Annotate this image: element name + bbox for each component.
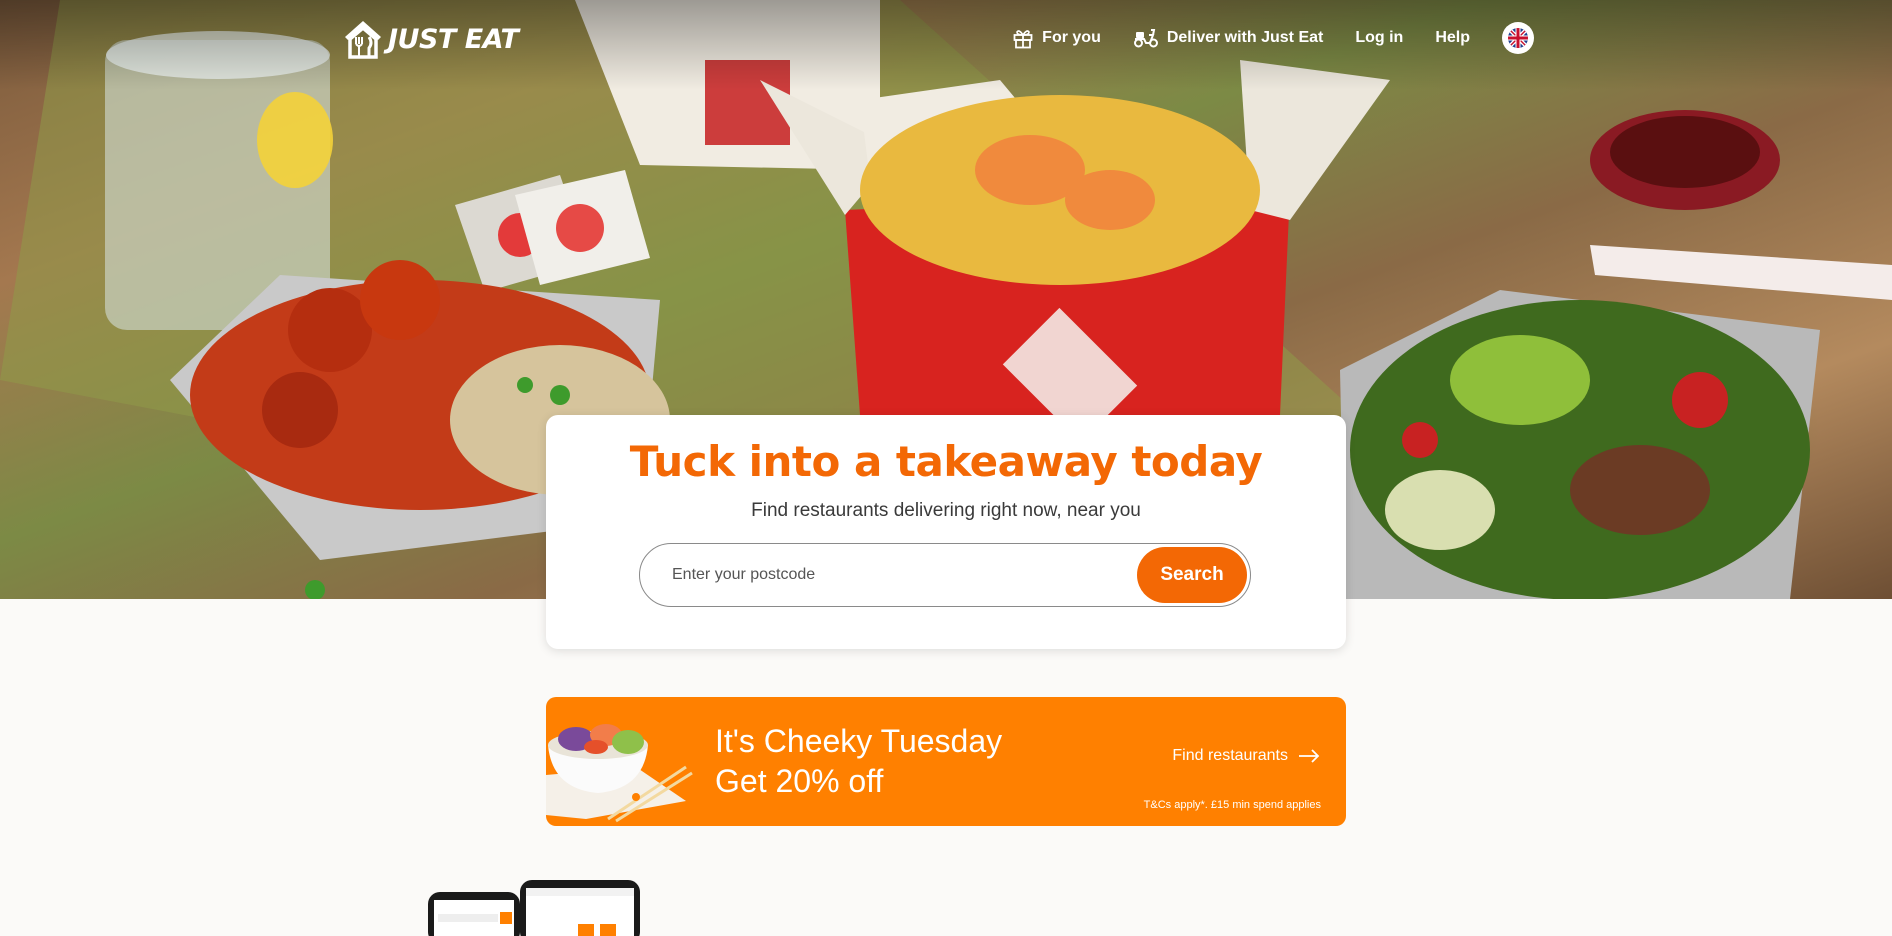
postcode-search-form: Search bbox=[639, 543, 1251, 607]
page-subtitle: Find restaurants delivering right now, n… bbox=[751, 500, 1141, 521]
gift-icon bbox=[1013, 30, 1033, 49]
house-fork-knife-icon bbox=[345, 21, 381, 59]
nav-log-in[interactable]: Log in bbox=[1355, 23, 1403, 53]
promo-banner[interactable]: It's Cheeky Tuesday Get 20% off Find res… bbox=[546, 697, 1346, 826]
nav-deliver-with-just-eat[interactable]: Deliver with Just Eat bbox=[1133, 23, 1324, 53]
nav-label: Help bbox=[1435, 29, 1470, 46]
language-selector[interactable] bbox=[1502, 22, 1534, 54]
poke-bowl-image bbox=[546, 724, 693, 823]
promo-title: It's Cheeky Tuesday Get 20% off bbox=[715, 721, 1002, 801]
nav-label: Deliver with Just Eat bbox=[1166, 29, 1324, 46]
scooter-icon bbox=[1133, 29, 1158, 48]
top-nav: For you Deliver with Just Eat Log in Hel… bbox=[980, 22, 1534, 54]
arrow-right-icon bbox=[1299, 749, 1320, 763]
find-restaurants-label: Find restaurants bbox=[1172, 747, 1288, 764]
search-card: Tuck into a takeaway today Find restaura… bbox=[546, 415, 1346, 649]
postcode-input[interactable] bbox=[672, 566, 1137, 584]
search-button[interactable]: Search bbox=[1137, 547, 1247, 603]
page-title: Tuck into a takeaway today bbox=[629, 437, 1263, 486]
promo-title-line1: It's Cheeky Tuesday bbox=[715, 723, 1003, 759]
nav-label: Log in bbox=[1355, 29, 1404, 46]
app-phones-image bbox=[428, 880, 640, 936]
find-restaurants-link[interactable]: Find restaurants bbox=[1172, 747, 1320, 765]
hero-top-shade bbox=[0, 0, 1892, 90]
nav-label: For you bbox=[1042, 29, 1101, 46]
nav-for-you[interactable]: For you bbox=[1012, 23, 1101, 53]
logo-wordmark: JUST EAT bbox=[388, 23, 519, 55]
just-eat-logo[interactable]: JUST EAT bbox=[342, 18, 519, 60]
uk-flag-icon bbox=[1508, 28, 1528, 48]
promo-terms: T&Cs apply*. £15 min spend applies bbox=[1143, 799, 1321, 811]
promo-title-line2: Get 20% off bbox=[715, 763, 884, 799]
nav-help[interactable]: Help bbox=[1435, 23, 1470, 53]
